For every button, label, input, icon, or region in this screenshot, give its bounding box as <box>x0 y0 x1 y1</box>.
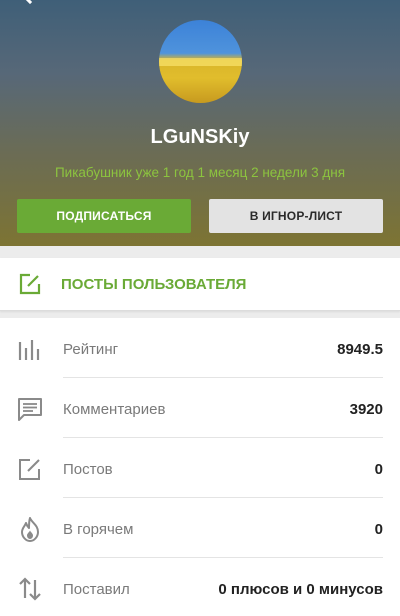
stat-value: 0 плюсов и 0 минусов <box>218 581 383 598</box>
stat-label: Поставил <box>63 581 130 598</box>
up-down-arrows-icon <box>19 577 41 601</box>
stat-row-hot[interactable]: В горячем 0 <box>0 498 400 558</box>
user-posts-label: ПОСТЫ ПОЛЬЗОВАТЕЛЯ <box>61 276 247 293</box>
subscribe-button[interactable]: ПОДПИСАТЬСЯ <box>17 199 191 233</box>
stat-label: Рейтинг <box>63 341 119 358</box>
stat-row-votes: Поставил 0 плюсов и 0 минусов <box>0 558 400 616</box>
stat-value: 0 <box>374 461 383 478</box>
stat-label: Постов <box>63 461 113 478</box>
back-arrow-icon[interactable] <box>16 0 46 14</box>
edit-icon <box>19 459 40 480</box>
bar-chart-icon <box>18 340 40 360</box>
stat-label: В горячем <box>63 521 134 538</box>
stat-row-comments[interactable]: Комментариев 3920 <box>0 378 400 438</box>
comment-icon <box>18 398 42 421</box>
stat-value: 8949.5 <box>337 341 383 358</box>
stats-list: Рейтинг 8949.5 Комментариев 3920 Постов … <box>0 318 400 616</box>
user-posts-tab[interactable]: ПОСТЫ ПОЛЬЗОВАТЕЛЯ <box>0 258 400 311</box>
stat-value: 0 <box>374 521 383 538</box>
ignore-list-button[interactable]: В ИГНОР-ЛИСТ <box>209 199 383 233</box>
stat-label: Комментариев <box>63 401 166 418</box>
flame-icon <box>21 517 39 542</box>
username: LGuNSKiy <box>150 126 250 148</box>
avatar <box>159 20 242 103</box>
stat-value: 3920 <box>349 401 383 418</box>
stat-row-rating: Рейтинг 8949.5 <box>0 318 400 378</box>
edit-icon <box>19 273 41 295</box>
profile-header: LGuNSKiy Пикабушник уже 1 год 1 месяц 2 … <box>0 0 400 246</box>
tenure-text: Пикабушник уже 1 год 1 месяц 2 недели 3 … <box>54 165 346 180</box>
stat-row-posts[interactable]: Постов 0 <box>0 438 400 498</box>
